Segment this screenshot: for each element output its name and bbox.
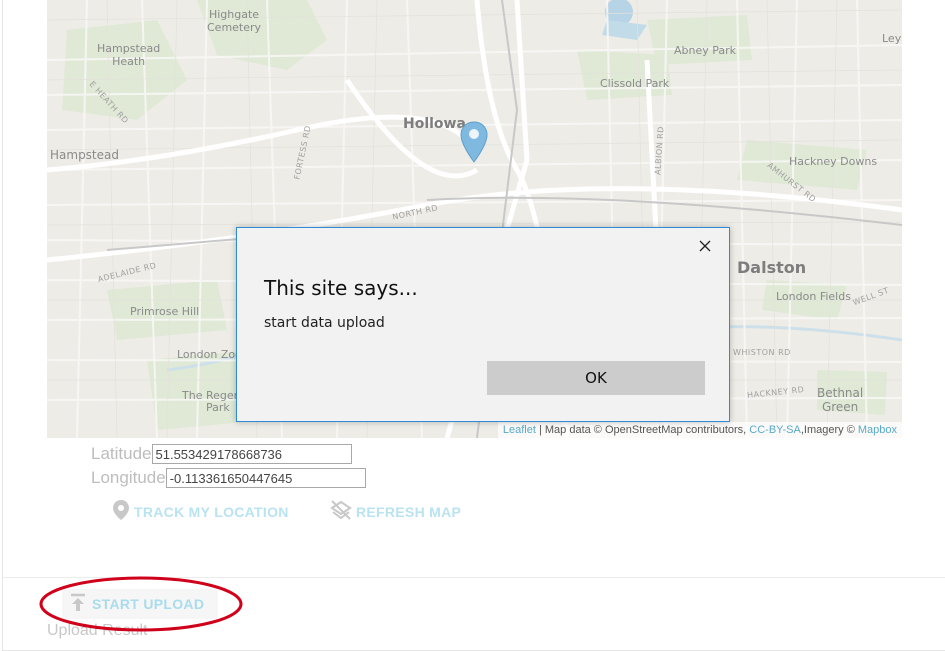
dialog-title: This site says... (264, 276, 418, 300)
map-attribution: Leaflet | Map data © OpenStreetMap contr… (497, 422, 902, 438)
map-label-london-zoo: London Zoo (177, 348, 242, 361)
map-label-dalston: Dalston (737, 258, 807, 277)
map-label-bethnal-green: Bethnal Green (817, 386, 864, 414)
leaflet-link[interactable]: Leaflet (503, 424, 536, 436)
track-my-location-label: TRACK MY LOCATION (134, 503, 289, 520)
map-label-abney-park: Abney Park (674, 44, 737, 57)
attribution-imagery: ,Imagery © (800, 424, 858, 436)
map-label-london-fields: London Fields (776, 290, 851, 303)
map-marker-icon[interactable] (459, 120, 489, 164)
upload-result-label: Upload Result (47, 622, 148, 639)
map-label-holloway: Hollowa (403, 116, 466, 132)
map-label-hampstead: Hampstead (50, 148, 119, 162)
map-label-primrose-hill: Primrose Hill (130, 305, 200, 318)
longitude-input[interactable] (165, 468, 366, 488)
start-upload-label: START UPLOAD (92, 596, 205, 612)
attribution-map-data: | Map data © OpenStreetMap contributors, (535, 424, 750, 436)
upload-icon (68, 593, 88, 616)
start-upload-button[interactable]: START UPLOAD (62, 589, 218, 619)
latitude-input[interactable] (151, 444, 352, 464)
map-label-ley: Ley (882, 32, 902, 45)
coordinates-panel: Latitude Longitude (91, 442, 366, 490)
refresh-map-label: REFRESH MAP (356, 503, 462, 520)
license-link[interactable]: CC-BY-SA (749, 424, 801, 436)
alert-dialog: This site says... start data upload OK (236, 227, 730, 422)
latitude-row: Latitude (91, 442, 366, 466)
latitude-label: Latitude (91, 444, 152, 463)
refresh-map-button[interactable]: REFRESH MAP (330, 499, 461, 524)
map-label-clissold-park: Clissold Park (600, 77, 670, 90)
map-label-highgate-cemetery: Highgate Cemetery (207, 8, 262, 34)
track-my-location-button[interactable]: TRACK MY LOCATION (112, 499, 289, 524)
section-divider (3, 577, 945, 578)
map-label-hampstead-heath: Hampstead Heath (97, 42, 161, 68)
map-label-hackney-downs: Hackney Downs (789, 155, 878, 168)
mapbox-link[interactable]: Mapbox (858, 424, 897, 436)
map-label-whiston-rd: WHISTON RD (733, 348, 791, 357)
location-pin-icon (112, 499, 130, 524)
dialog-message: start data upload (264, 315, 385, 331)
longitude-label: Longitude (91, 468, 166, 487)
ok-button[interactable]: OK (487, 361, 705, 395)
close-icon[interactable] (695, 236, 715, 256)
layers-off-icon (330, 499, 352, 524)
longitude-row: Longitude (91, 466, 366, 490)
